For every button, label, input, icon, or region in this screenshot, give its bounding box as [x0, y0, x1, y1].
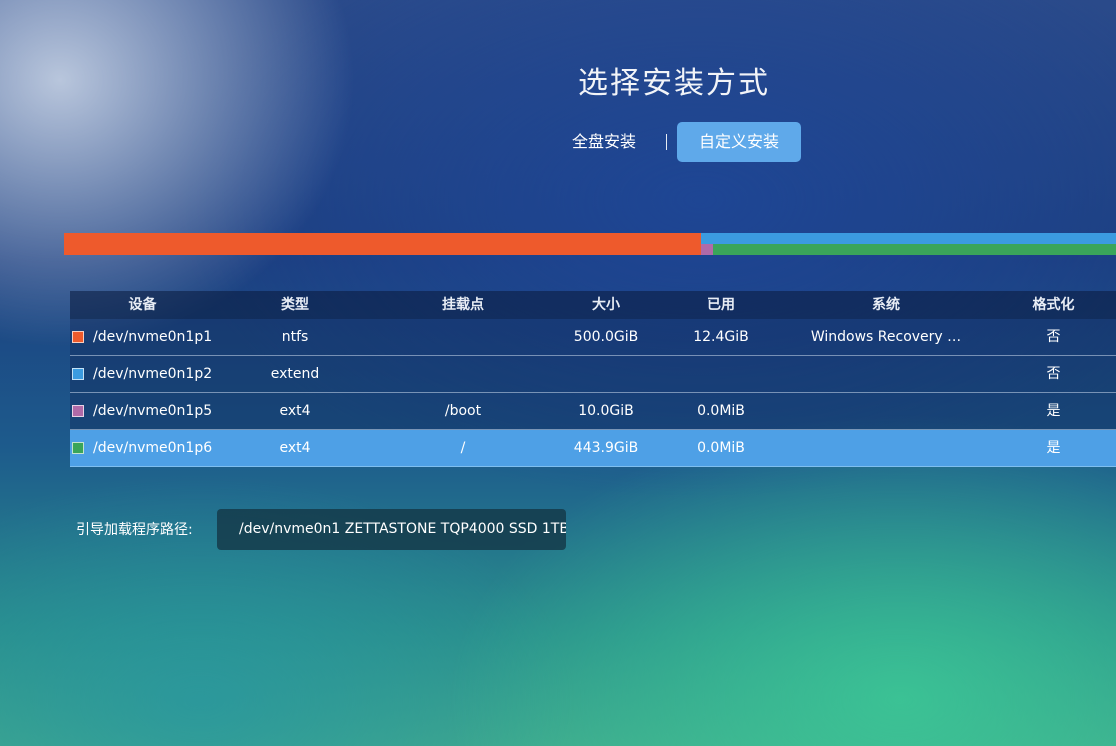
device-cell: /dev/nvme0n1p1: [70, 319, 215, 355]
mode-divider: [666, 134, 668, 150]
partition-color-swatch: [72, 331, 84, 343]
header-size: 大小: [592, 297, 620, 313]
device-cell: /dev/nvme0n1p2: [70, 356, 215, 392]
mount-cell: [375, 319, 551, 355]
disk-usage-bar: [64, 233, 1116, 255]
device-name: /dev/nvme0n1p1: [93, 329, 213, 345]
table-header: 设备 类型 挂载点 大小 已用 系统 格式化: [70, 291, 1116, 319]
partition-table: 设备 类型 挂载点 大小 已用 系统 格式化 /dev/nvme0n1p1 nt…: [70, 291, 1116, 467]
device-name: /dev/nvme0n1p5: [93, 403, 213, 419]
type-cell: ext4: [279, 440, 311, 456]
table-row[interactable]: /dev/nvme0n1p5 ext4 /boot 10.0GiB 0.0MiB…: [70, 393, 1116, 430]
used-cell: 0.0MiB: [697, 440, 745, 456]
device-cell: /dev/nvme0n1p6: [70, 430, 215, 466]
disk-segment-extend-top: [701, 233, 1116, 244]
size-cell: 10.0GiB: [578, 403, 634, 419]
disk-segment-ntfs: [64, 233, 701, 255]
header-type: 类型: [281, 297, 309, 313]
table-row[interactable]: /dev/nvme0n1p1 ntfs 500.0GiB 12.4GiB Win…: [70, 319, 1116, 356]
mount-cell: [375, 356, 551, 392]
header-mount: 挂载点: [442, 297, 484, 313]
header-format: 格式化: [1032, 297, 1075, 313]
bootloader-path-label: 引导加载程序路径:: [76, 522, 193, 538]
device-cell: /dev/nvme0n1p5: [70, 393, 215, 429]
device-name: /dev/nvme0n1p6: [93, 440, 213, 456]
format-cell: 否: [1046, 366, 1061, 382]
full-disk-install-tab[interactable]: 全盘安装: [560, 122, 648, 162]
partition-color-swatch: [72, 368, 84, 380]
size-cell: 443.9GiB: [573, 440, 639, 456]
system-cell: Windows Recovery …: [810, 329, 962, 345]
header-used: 已用: [707, 297, 735, 313]
install-mode-switch: 全盘安装 自定义安装: [560, 122, 802, 162]
disk-segment-logical: [701, 244, 1116, 255]
used-cell: [661, 356, 781, 392]
size-cell: [551, 356, 661, 392]
size-cell: 500.0GiB: [573, 329, 639, 345]
disk-segment-boot: [701, 244, 713, 255]
bootloader-path-select[interactable]: /dev/nvme0n1 ZETTASTONE TQP4000 SSD 1TB: [217, 509, 566, 550]
disk-segment-root: [713, 244, 1116, 255]
format-cell: 是: [1046, 440, 1061, 456]
disk-segment-extend: [701, 233, 1116, 255]
system-cell: [781, 393, 991, 429]
table-row-selected[interactable]: /dev/nvme0n1p6 ext4 / 443.9GiB 0.0MiB 是: [70, 430, 1116, 467]
header-system: 系统: [872, 297, 900, 313]
table-row[interactable]: /dev/nvme0n1p2 extend 否: [70, 356, 1116, 393]
format-cell: 否: [1046, 329, 1061, 345]
format-cell: 是: [1046, 403, 1061, 419]
system-cell: [781, 430, 991, 466]
device-name: /dev/nvme0n1p2: [93, 366, 213, 382]
header-device: 设备: [128, 297, 157, 313]
mount-cell: /boot: [444, 403, 482, 419]
type-cell: ext4: [279, 403, 311, 419]
page-title: 选择安装方式: [578, 66, 770, 101]
type-cell: extend: [270, 366, 320, 382]
partition-color-swatch: [72, 442, 84, 454]
system-cell: [781, 356, 991, 392]
custom-install-tab[interactable]: 自定义安装: [677, 122, 802, 162]
used-cell: 12.4GiB: [693, 329, 749, 345]
partition-color-swatch: [72, 405, 84, 417]
mount-cell: /: [460, 440, 466, 456]
used-cell: 0.0MiB: [697, 403, 745, 419]
type-cell: ntfs: [281, 329, 309, 345]
